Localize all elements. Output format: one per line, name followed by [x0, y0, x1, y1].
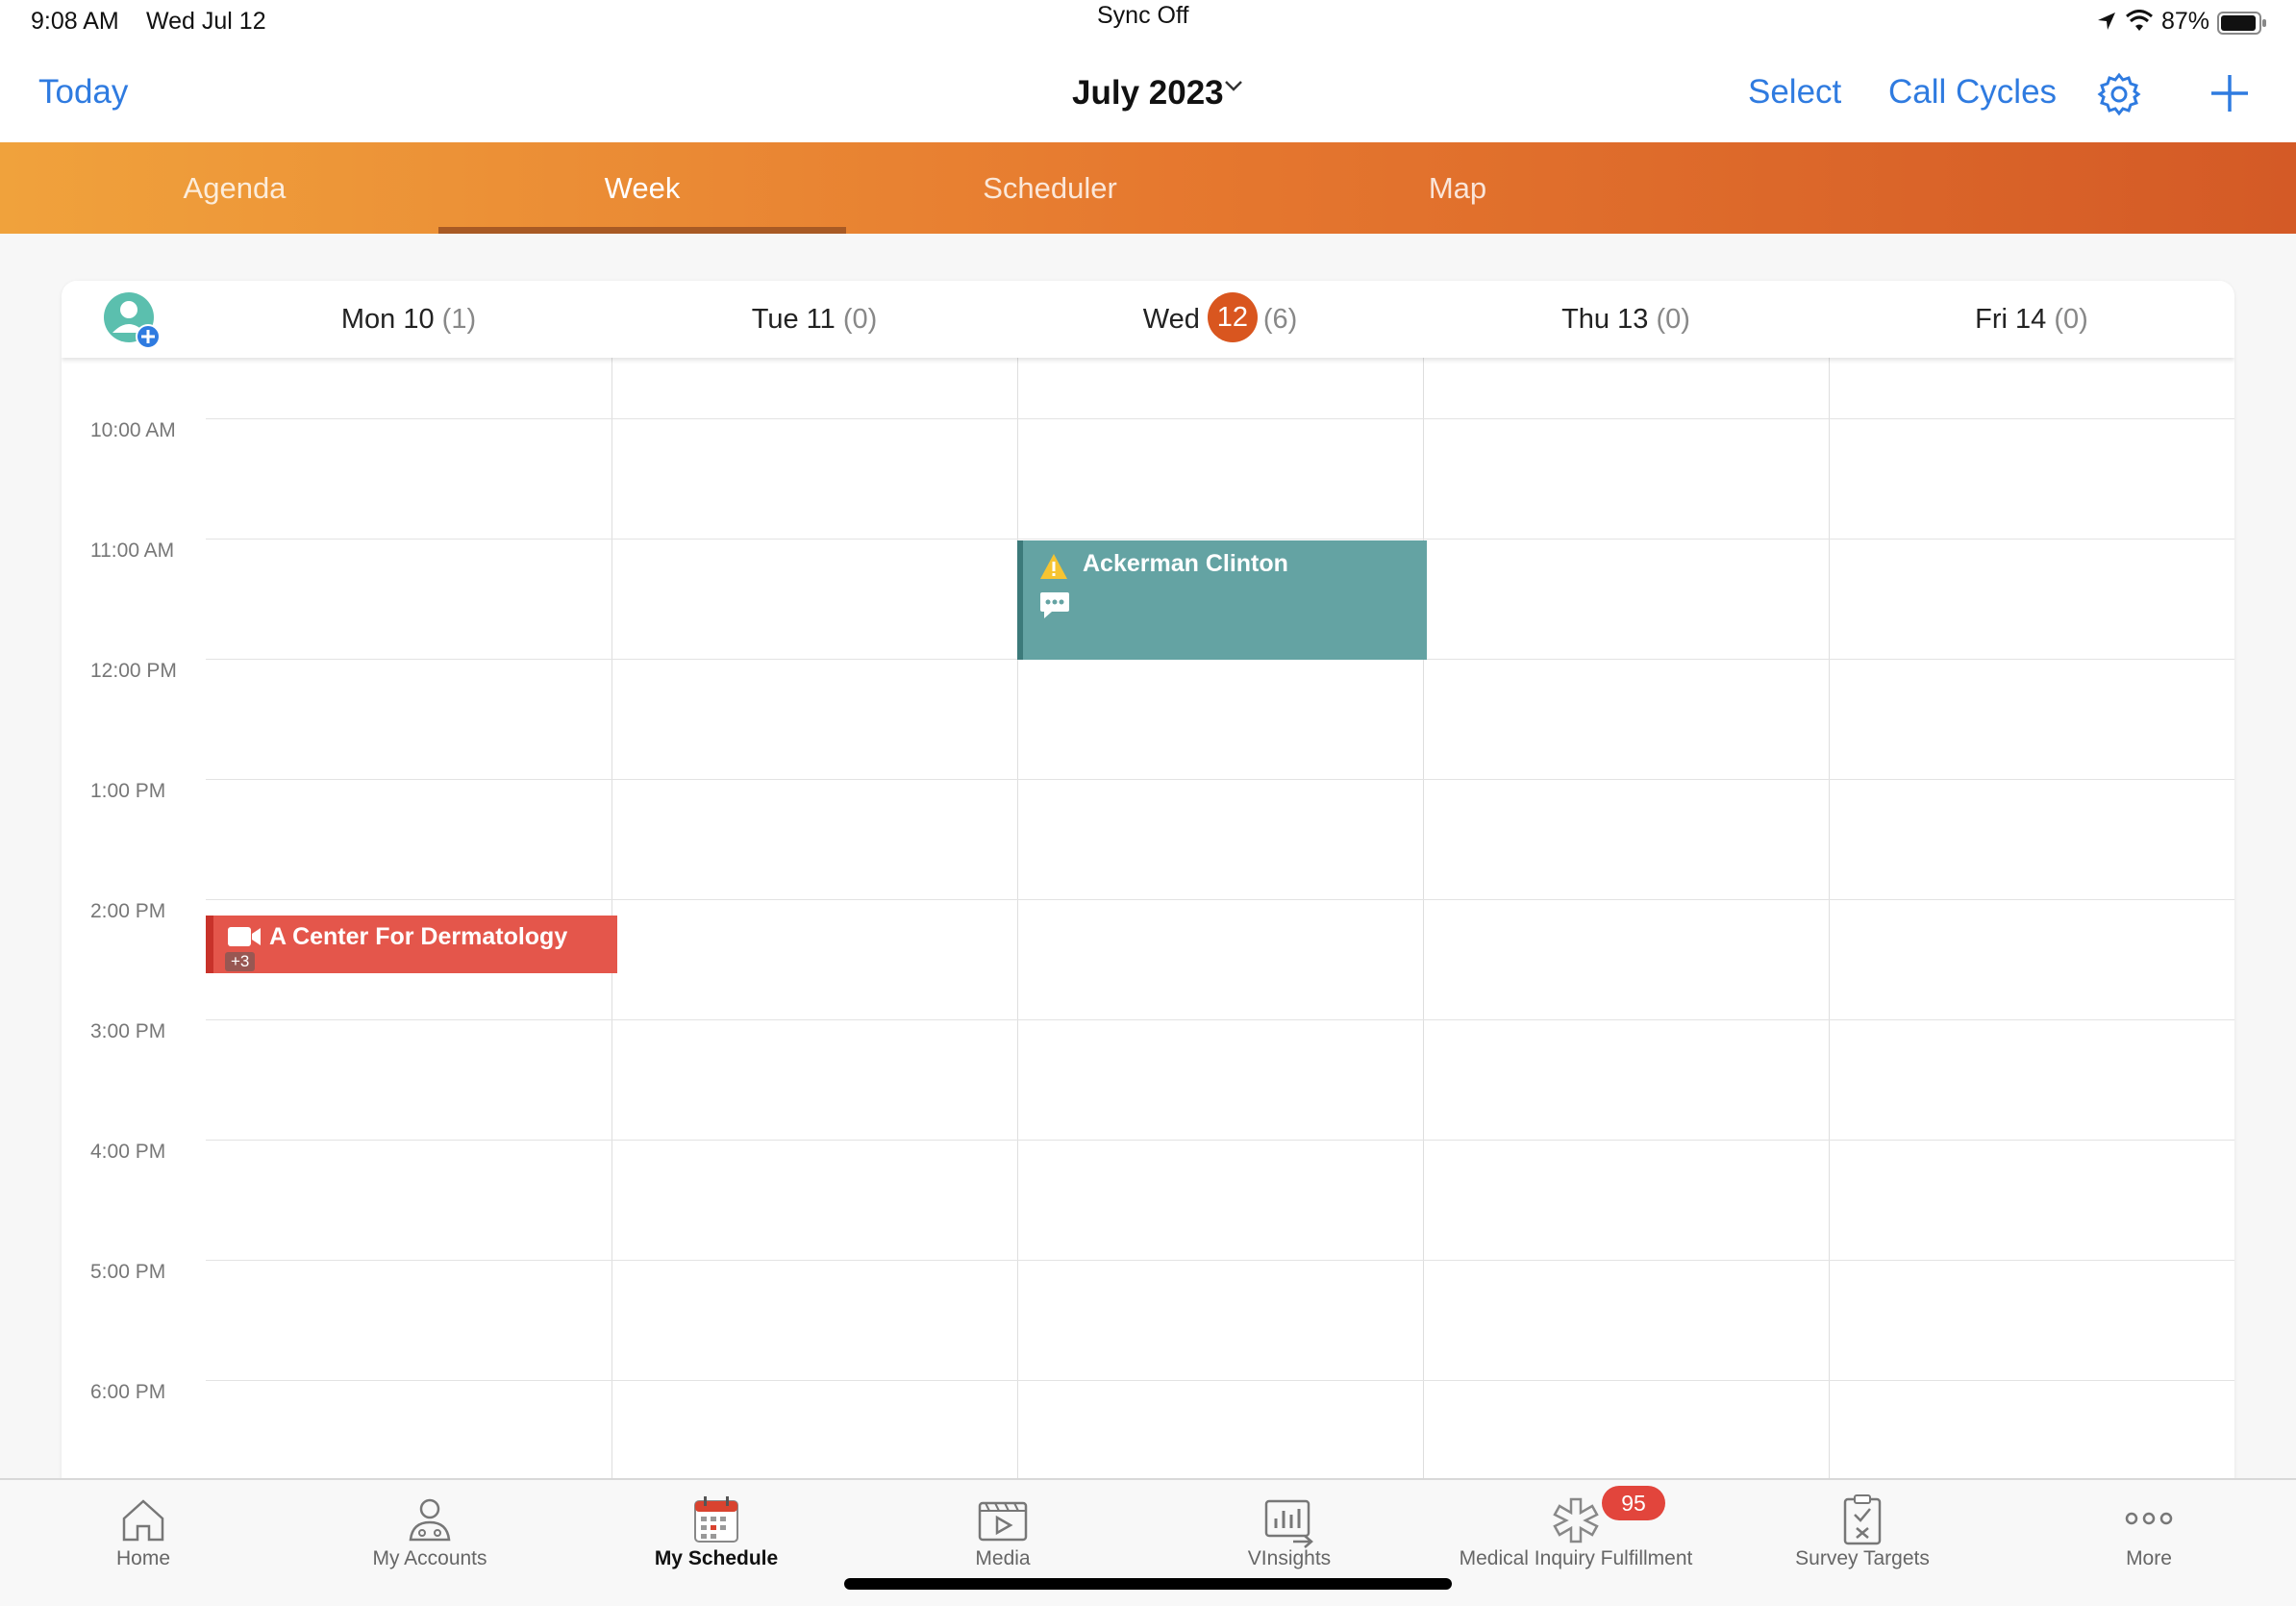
bottom-tab-label: My Schedule	[654, 1547, 779, 1569]
home-indicator	[844, 1578, 1452, 1590]
today-badge: 12	[1207, 292, 1258, 343]
view-tab-bar: Agenda Week Scheduler Map	[0, 142, 2296, 234]
day-header-fri[interactable]: Fri 14 (0)	[1829, 281, 2234, 358]
event-title: Ackerman Clinton	[1083, 550, 1288, 577]
day-label: Thu 13	[1561, 304, 1649, 335]
battery-percent: 87%	[2161, 8, 2210, 35]
time-label: 1:00 PM	[90, 780, 166, 802]
extra-attendees-badge: +3	[225, 952, 256, 971]
chevron-down-icon[interactable]	[1224, 79, 1243, 97]
active-tab-indicator	[438, 227, 846, 234]
day-label: Mon 10	[340, 304, 435, 335]
day-count: (0)	[1656, 304, 1690, 335]
time-label: 11:00 AM	[90, 540, 175, 562]
wifi-icon	[2125, 10, 2154, 38]
status-date: Wed Jul 12	[146, 8, 266, 35]
day-label: Wed	[1142, 304, 1200, 335]
video-camera-icon	[227, 925, 262, 955]
media-icon	[974, 1492, 1032, 1549]
tab-week[interactable]: Week	[438, 142, 846, 234]
bottom-tab-label: Survey Targets	[1795, 1547, 1930, 1569]
bottom-tab-label: Home	[115, 1547, 171, 1569]
day-header-thu[interactable]: Thu 13 (0)	[1423, 281, 1829, 358]
person-icon	[401, 1492, 459, 1549]
time-label: 3:00 PM	[90, 1020, 166, 1042]
battery-icon	[2217, 12, 2267, 39]
event-title: A Center For Dermatology	[269, 923, 568, 950]
hour-line	[206, 1260, 2234, 1261]
time-label: 4:00 PM	[90, 1141, 166, 1163]
add-attendee-icon[interactable]	[102, 290, 162, 350]
hour-line	[206, 1019, 2234, 1020]
hour-line	[206, 1140, 2234, 1141]
nav-bar: Today July 2023 Select Call Cycles	[0, 42, 2296, 142]
bottom-tab-label: Media	[975, 1547, 1031, 1569]
day-divider	[1829, 358, 1830, 1483]
bottom-tab-more[interactable]: More	[2006, 1480, 2292, 1606]
status-time: 9:08 AM	[31, 8, 119, 35]
hour-line	[206, 1380, 2234, 1381]
time-label: 10:00 AM	[90, 419, 176, 441]
day-count: (1)	[441, 304, 477, 335]
notification-badge: 95	[1602, 1486, 1665, 1520]
call-cycles-button[interactable]: Call Cycles	[1888, 73, 2057, 112]
bottom-tab-label: My Accounts	[372, 1547, 487, 1569]
status-bar: 9:08 AM Wed Jul 12 Sync Off 87%	[0, 0, 2296, 42]
today-button[interactable]: Today	[38, 73, 128, 112]
more-dots-icon	[2120, 1492, 2178, 1549]
day-count: (0)	[2054, 304, 2088, 335]
month-title[interactable]: July 2023	[1072, 74, 1224, 113]
bottom-tab-my-accounts[interactable]: My Accounts	[287, 1480, 573, 1606]
medical-star-icon	[1547, 1492, 1605, 1549]
time-label: 5:00 PM	[90, 1261, 166, 1283]
day-label: Fri 14	[1975, 304, 2047, 335]
warning-icon	[1038, 552, 1069, 588]
select-button[interactable]: Select	[1748, 73, 1841, 112]
bottom-tab-label: VInsights	[1247, 1547, 1332, 1569]
day-divider	[1423, 358, 1424, 1483]
day-header-row: Mon 10 (1) Tue 11 (0) Wed 12 (6) Thu 13 (0…	[62, 281, 2234, 358]
day-count: (6)	[1262, 304, 1298, 335]
home-icon	[114, 1492, 172, 1549]
calendar-icon	[687, 1492, 745, 1549]
clipboard-check-icon	[1834, 1492, 1891, 1549]
bottom-tab-label: Medical Inquiry Fulfillment	[1459, 1547, 1693, 1569]
sync-status: Sync Off	[1097, 2, 1189, 29]
time-label: 2:00 PM	[90, 900, 166, 922]
hour-line	[206, 899, 2234, 900]
event-a-center-for-dermatology[interactable]: A Center For Dermatology +3	[206, 916, 617, 973]
tab-agenda[interactable]: Agenda	[31, 142, 438, 234]
bottom-tab-my-schedule[interactable]: My Schedule	[573, 1480, 860, 1606]
day-header-tue[interactable]: Tue 11 (0)	[611, 281, 1017, 358]
plus-icon[interactable]	[2208, 71, 2252, 120]
tab-map[interactable]: Map	[1254, 142, 1661, 234]
day-label: Tue 11	[751, 304, 836, 335]
day-divider	[1017, 358, 1018, 1483]
hour-line	[206, 418, 2234, 419]
insights-chart-icon	[1260, 1492, 1318, 1549]
event-ackerman-clinton[interactable]: Ackerman Clinton	[1017, 540, 1427, 660]
day-header-mon[interactable]: Mon 10 (1)	[206, 281, 611, 358]
bottom-tab-survey-targets[interactable]: Survey Targets	[1719, 1480, 2006, 1606]
chat-bubble-icon	[1038, 590, 1071, 628]
week-calendar: Mon 10 (1) Tue 11 (0) Wed 12 (6) Thu 13 (0…	[62, 281, 2234, 1483]
bottom-tab-medical-inquiry-fulfillment[interactable]: Medical Inquiry Fulfillment	[1433, 1480, 1719, 1606]
time-label: 12:00 PM	[90, 660, 177, 682]
location-arrow-icon	[2096, 11, 2117, 37]
hour-line	[206, 539, 2234, 540]
bottom-tab-label: More	[2126, 1547, 2172, 1569]
tab-scheduler[interactable]: Scheduler	[846, 142, 1254, 234]
time-label: 6:00 PM	[90, 1381, 166, 1403]
bottom-tab-home[interactable]: Home	[0, 1480, 287, 1606]
gear-icon[interactable]	[2096, 71, 2142, 122]
day-header-wed[interactable]: Wed 12 (6)	[1017, 281, 1423, 358]
hour-line	[206, 779, 2234, 780]
day-count: (0)	[842, 304, 878, 335]
